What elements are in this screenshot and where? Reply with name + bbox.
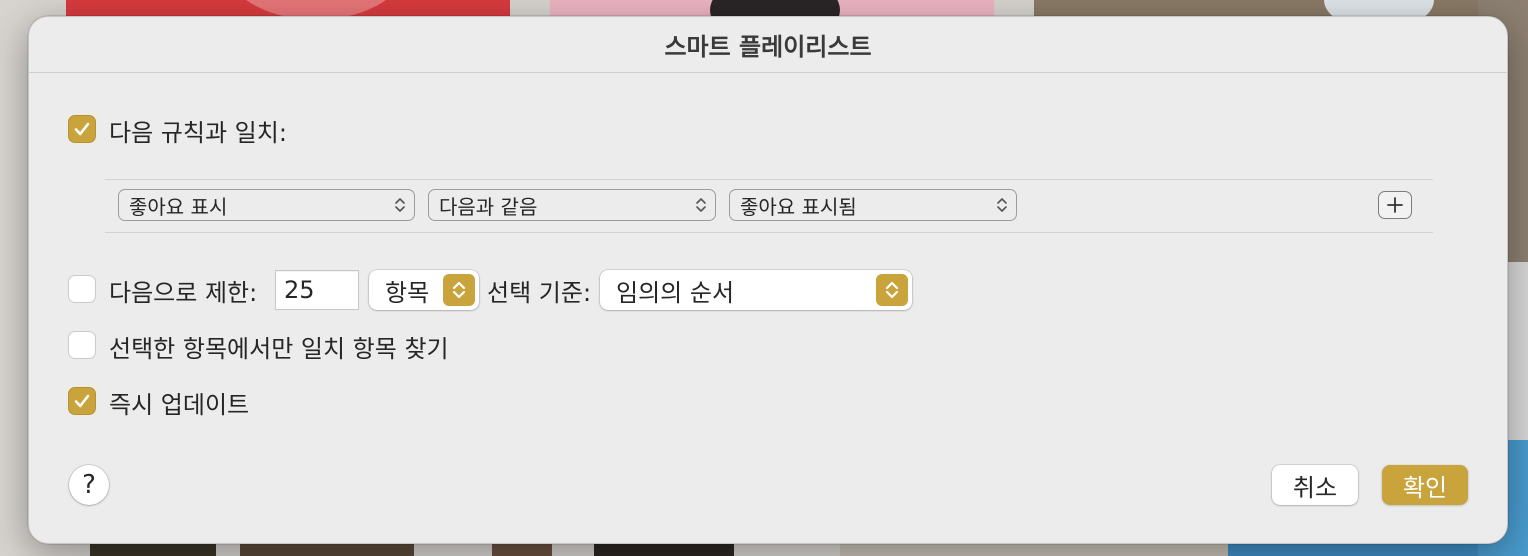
rule-value-popup[interactable]: 좋아요 표시됨 (729, 189, 1017, 221)
chevron-updown-icon (997, 198, 1007, 212)
dialog-title: 스마트 플레이리스트 (29, 17, 1507, 73)
live-updating-checkbox[interactable] (68, 387, 96, 415)
stepper-icon (876, 274, 908, 306)
rule-operator-value: 다음과 같음 (439, 194, 538, 219)
match-rules-checkbox[interactable] (68, 115, 96, 143)
rule-field-popup[interactable]: 좋아요 표시 (118, 189, 415, 221)
selected-by-label: 선택 기준: (487, 279, 592, 307)
match-checked-only-label: 선택한 항목에서만 일치 항목 찾기 (109, 335, 449, 363)
limit-count-field[interactable]: 25 (275, 270, 359, 310)
limit-checkbox[interactable] (68, 275, 96, 303)
help-button[interactable]: ? (69, 465, 109, 505)
selected-by-value: 임의의 순서 (616, 278, 735, 307)
limit-unit-select[interactable]: 항목 (369, 270, 479, 310)
live-updating-label: 즉시 업데이트 (109, 391, 250, 419)
rule-operator-popup[interactable]: 다음과 같음 (428, 189, 716, 221)
rule-field-value: 좋아요 표시 (129, 194, 228, 219)
chevron-updown-icon (696, 198, 706, 212)
checkmark-icon (74, 122, 90, 136)
add-rule-button[interactable] (1378, 191, 1412, 219)
plus-icon (1387, 197, 1403, 213)
ok-button[interactable]: 확인 (1382, 465, 1468, 505)
match-rules-label: 다음 규칙과 일치: (109, 119, 287, 147)
question-mark-icon: ? (82, 470, 96, 500)
chevron-updown-icon (395, 198, 405, 212)
cancel-button[interactable]: 취소 (1272, 465, 1358, 505)
limit-label: 다음으로 제한: (109, 279, 258, 307)
stepper-icon (443, 274, 475, 306)
smart-playlist-dialog: 스마트 플레이리스트 다음 규칙과 일치: 좋아요 표시 다음과 같음 좋아요 … (28, 16, 1508, 544)
match-checked-only-checkbox[interactable] (68, 331, 96, 359)
selected-by-select[interactable]: 임의의 순서 (600, 270, 912, 310)
checkmark-icon (74, 394, 90, 408)
rule-value-value: 좋아요 표시됨 (740, 194, 857, 219)
limit-unit-value: 항목 (385, 278, 430, 307)
rule-row: 좋아요 표시 다음과 같음 좋아요 표시됨 (105, 179, 1433, 233)
